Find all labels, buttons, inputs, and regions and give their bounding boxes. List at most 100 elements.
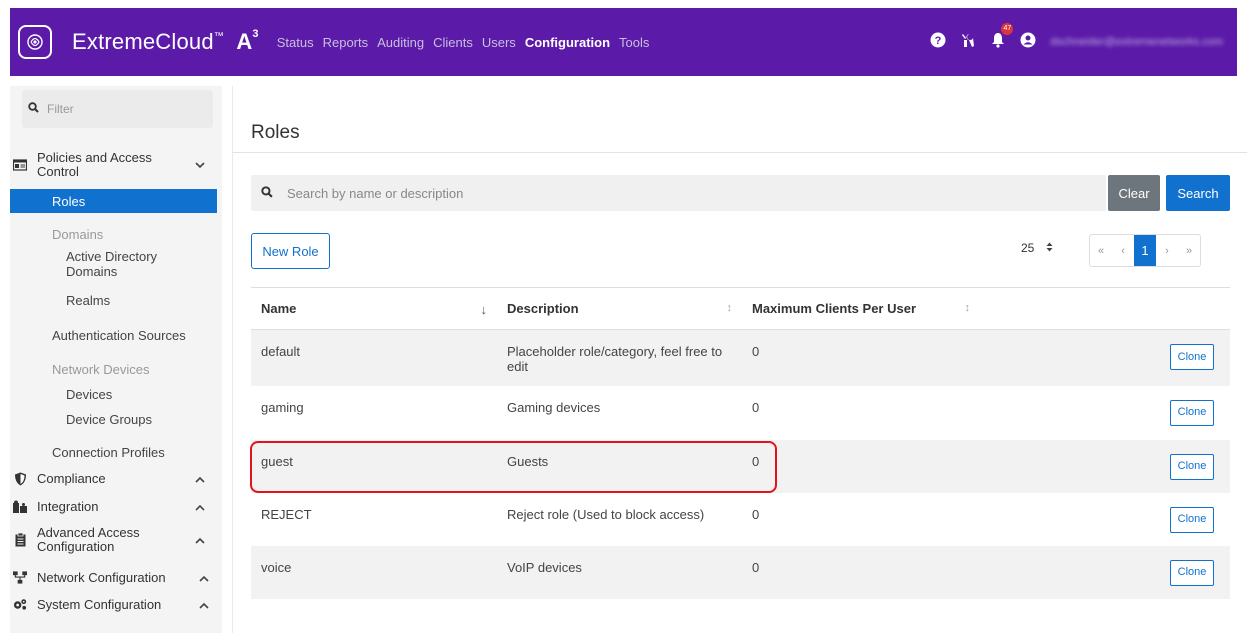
role-max-clients: 0 [752, 399, 760, 415]
page-title: Roles [251, 122, 300, 143]
current-page-button[interactable]: 1 [1134, 235, 1156, 266]
chevron-down-icon [195, 158, 205, 172]
column-header-actions [978, 287, 1230, 330]
column-description-label: Description [507, 301, 579, 316]
search-icon [261, 185, 273, 201]
network-config-label: Network Configuration [37, 570, 166, 585]
sidebar-section-advanced-access[interactable]: Advanced Access Configuration [10, 526, 217, 554]
policies-label: Policies and Access Control [37, 150, 152, 179]
clone-button[interactable]: Clone [1170, 453, 1214, 480]
top-nav-bar: ExtremeCloud™ A3 Status Reports Auditing… [10, 8, 1237, 76]
product-brand[interactable]: ExtremeCloud™ A3 [72, 28, 259, 55]
sidebar-item-device-groups[interactable]: Device Groups [66, 412, 152, 427]
sidebar-filter-input[interactable]: Filter [22, 90, 213, 128]
top-bar: ExtremeCloud™ A3 Status Reports Auditing… [0, 0, 1247, 86]
next-page-icon[interactable]: › [1156, 235, 1178, 266]
header-actions: ? 47 dschneider@extremenetworks.com [930, 22, 1223, 53]
user-email[interactable]: dschneider@extremenetworks.com [1050, 36, 1223, 48]
sidebar-item-auth-sources[interactable]: Authentication Sources [52, 328, 186, 343]
clone-button[interactable]: Clone [1170, 506, 1214, 533]
sidebar-group-network-devices[interactable]: Network Devices [52, 362, 150, 377]
user-avatar-icon[interactable] [1020, 32, 1036, 53]
table-row[interactable]: voice VoIP devices 0 Clone [251, 545, 1230, 599]
role-name: default [251, 329, 497, 386]
nav-configuration[interactable]: Configuration [525, 35, 610, 50]
roles-label: Roles [52, 193, 86, 209]
role-name: gaming [261, 399, 304, 415]
product-letter: A [236, 29, 253, 54]
sort-updown-icon: ↕ [726, 302, 733, 314]
integration-label: Integration [37, 499, 99, 514]
sidebar-item-active-directory[interactable]: Active Directory Domains [66, 249, 196, 279]
column-header-name[interactable]: Name ↓ [251, 287, 497, 330]
per-page-select[interactable]: 25 [1021, 241, 1053, 255]
role-max-clients: 0 [742, 545, 978, 599]
filter-placeholder: Filter [47, 102, 74, 116]
clear-button[interactable]: Clear [1108, 175, 1160, 211]
nav-reports[interactable]: Reports [323, 35, 369, 50]
sidebar-section-integration[interactable]: Integration [10, 499, 217, 514]
help-icon[interactable]: ? [930, 32, 946, 53]
nav-status[interactable]: Status [277, 35, 314, 50]
column-header-max-clients[interactable]: Maximum Clients Per User ↕ [742, 287, 978, 330]
role-max-clients: 0 [742, 329, 978, 386]
sidebar-item-devices[interactable]: Devices [66, 387, 112, 402]
row-actions: Clone [978, 386, 1230, 440]
row-actions: Clone [978, 545, 1230, 599]
role-max-clients: 0 [752, 506, 760, 522]
table-row[interactable]: default Placeholder role/category, feel … [251, 329, 1230, 386]
row-actions: Clone [978, 493, 1230, 546]
table-row[interactable]: REJECT Reject role (Used to block access… [251, 493, 1230, 546]
search-button[interactable]: Search [1166, 175, 1230, 211]
roles-search-input[interactable]: Search by name or description [251, 175, 1106, 211]
role-name: voice [251, 545, 497, 599]
chevron-up-icon [199, 571, 209, 585]
clone-button[interactable]: Clone [1170, 559, 1214, 586]
compliance-label: Compliance [37, 471, 106, 486]
role-description: Placeholder role/category, feel free to … [497, 329, 742, 386]
chevron-up-icon [195, 533, 205, 547]
sort-down-icon: ↓ [480, 302, 488, 317]
brand-name: ExtremeCloud [72, 29, 214, 54]
notifications-bell-icon[interactable]: 47 [990, 22, 1014, 53]
nav-users[interactable]: Users [482, 35, 516, 50]
per-page-value: 25 [1021, 241, 1035, 255]
role-description: VoIP devices [497, 545, 742, 599]
row-actions: Clone [978, 329, 1230, 386]
table-row[interactable]: guest Guests 0 Clone [251, 439, 1230, 493]
table-row[interactable]: gaming Gaming devices 0 Clone [251, 386, 1230, 440]
nav-auditing[interactable]: Auditing [377, 35, 424, 50]
sidebar-group-domains[interactable]: Domains [52, 227, 103, 242]
network-icon [13, 571, 27, 584]
last-page-icon[interactable]: » [1178, 235, 1200, 266]
role-name: REJECT [261, 506, 312, 522]
prev-page-icon[interactable]: ‹ [1112, 235, 1134, 266]
first-page-icon[interactable]: « [1090, 235, 1112, 266]
role-description: Guests [497, 439, 742, 493]
nav-tools[interactable]: Tools [619, 35, 649, 50]
column-header-description[interactable]: Description ↕ [497, 287, 742, 330]
sidebar-item-realms[interactable]: Realms [66, 293, 110, 308]
clone-button[interactable]: Clone [1170, 344, 1214, 370]
role-description: Reject role (Used to block access) [507, 506, 705, 522]
sort-updown-icon: ↕ [964, 302, 971, 314]
extreme-logo-icon[interactable] [18, 25, 52, 59]
row-actions: Clone [978, 439, 1230, 493]
id-card-icon [13, 159, 27, 171]
sidebar-section-compliance[interactable]: Compliance [10, 471, 217, 486]
sidebar-section-system-config[interactable]: System Configuration [10, 597, 217, 612]
sidebar-section-network-config[interactable]: Network Configuration [10, 570, 217, 585]
notification-count-badge: 47 [1001, 22, 1014, 35]
trademark-mark: ™ [213, 31, 224, 42]
column-max-clients-label: Maximum Clients Per User [752, 301, 917, 316]
chevron-up-icon [195, 472, 205, 486]
title-divider [233, 152, 1247, 153]
tools-icon[interactable] [960, 32, 976, 53]
new-role-button[interactable]: New Role [251, 233, 330, 269]
sidebar-section-policies[interactable]: Policies and Access Control [10, 151, 217, 179]
sidebar-item-connection-profiles[interactable]: Connection Profiles [52, 445, 165, 460]
clone-button[interactable]: Clone [1170, 399, 1214, 426]
nav-clients[interactable]: Clients [433, 35, 473, 50]
sidebar-item-roles[interactable]: Roles [10, 189, 217, 213]
advanced-access-label: Advanced Access Configuration [37, 525, 140, 554]
